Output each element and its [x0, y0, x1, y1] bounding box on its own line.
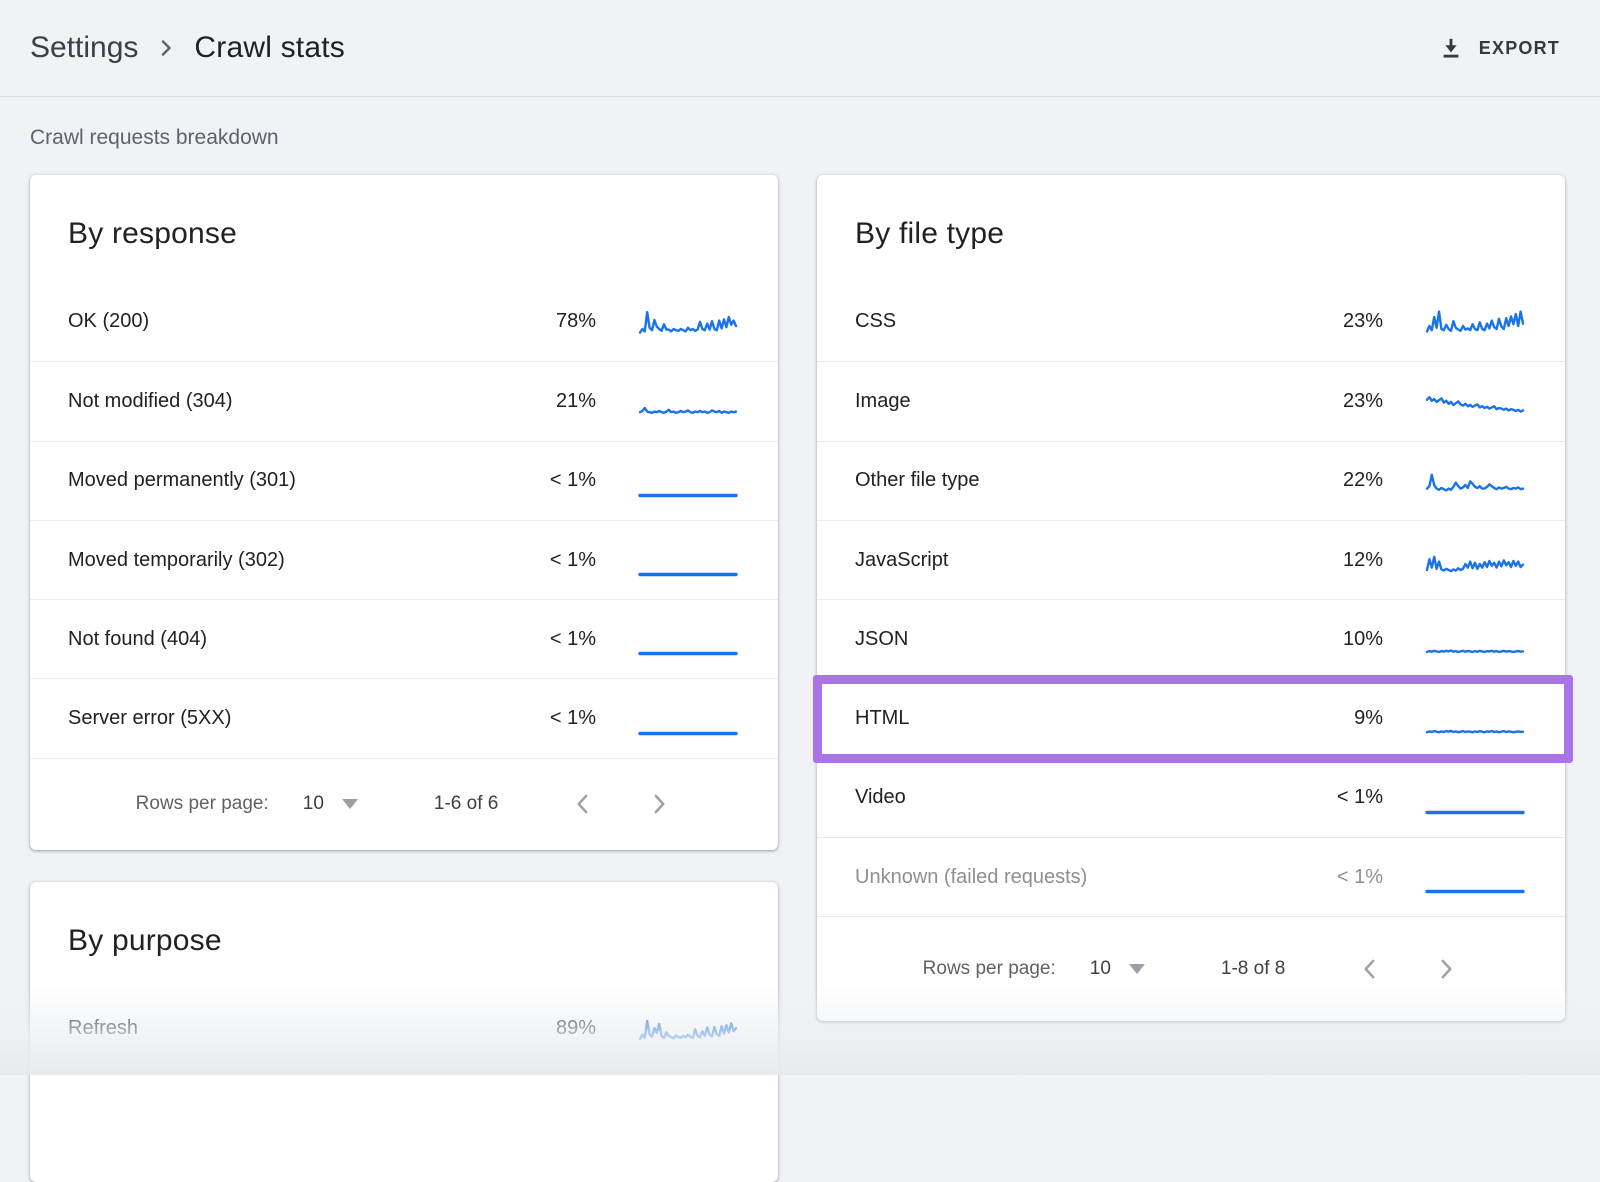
- table-row[interactable]: Unknown (failed requests) < 1%: [817, 837, 1565, 916]
- purpose-rows: Refresh 89%: [30, 989, 778, 1068]
- rows-per-page-value[interactable]: 10: [1090, 958, 1111, 980]
- rows-per-page-label: Rows per page:: [136, 793, 269, 815]
- table-row[interactable]: Server error (5XX) < 1%: [30, 678, 778, 757]
- next-page-button[interactable]: [646, 791, 672, 817]
- row-percent: < 1%: [538, 628, 596, 651]
- rows-per-page-label: Rows per page:: [923, 958, 1056, 980]
- top-bar: Settings Crawl stats EXPORT: [0, 0, 1600, 97]
- section-label: Crawl requests breakdown: [30, 126, 279, 150]
- table-row[interactable]: Video < 1%: [817, 758, 1565, 837]
- row-label: HTML: [855, 707, 1325, 730]
- row-label: Not found (404): [68, 628, 538, 651]
- sparkline-chart: [638, 538, 738, 582]
- breadcrumb-settings[interactable]: Settings: [30, 31, 138, 65]
- sparkline-chart: [638, 300, 738, 344]
- row-label: Server error (5XX): [68, 707, 538, 730]
- pagination-footer: Rows per page: 10 1-6 of 6: [30, 758, 778, 850]
- sparkline-chart: [1425, 379, 1525, 423]
- row-percent: < 1%: [538, 469, 596, 492]
- table-row[interactable]: Not modified (304) 21%: [30, 361, 778, 440]
- rows-per-page-value[interactable]: 10: [303, 793, 324, 815]
- table-row[interactable]: JavaScript 12%: [817, 520, 1565, 599]
- caret-down-icon[interactable]: [1129, 964, 1145, 974]
- pagination-footer: Rows per page: 10 1-8 of 8: [817, 916, 1565, 1021]
- row-label: JavaScript: [855, 549, 1325, 572]
- table-row[interactable]: Moved temporarily (302) < 1%: [30, 520, 778, 599]
- sparkline-chart: [1425, 855, 1525, 899]
- row-label: Moved permanently (301): [68, 469, 538, 492]
- row-label: Other file type: [855, 469, 1325, 492]
- row-label: Refresh: [68, 1017, 538, 1040]
- row-label: Moved temporarily (302): [68, 549, 538, 572]
- row-label: Unknown (failed requests): [855, 866, 1325, 889]
- table-row[interactable]: Other file type 22%: [817, 441, 1565, 520]
- card-by-response: By response OK (200) 78% Not modified (3…: [30, 175, 778, 850]
- table-row[interactable]: HTML 9%: [817, 678, 1565, 757]
- table-row[interactable]: Not found (404) < 1%: [30, 599, 778, 678]
- breadcrumb: Settings Crawl stats: [30, 31, 345, 65]
- table-row[interactable]: Image 23%: [817, 361, 1565, 440]
- previous-page-button[interactable]: [1357, 956, 1383, 982]
- card-title: By purpose: [30, 882, 778, 989]
- sparkline-chart: [638, 697, 738, 741]
- caret-down-icon[interactable]: [342, 799, 358, 809]
- row-label: OK (200): [68, 310, 538, 333]
- next-page-button[interactable]: [1433, 956, 1459, 982]
- row-percent: 10%: [1325, 628, 1383, 651]
- file-type-rows: CSS 23% Image 23% Other file type 22% Ja…: [817, 282, 1565, 916]
- row-percent: < 1%: [538, 549, 596, 572]
- row-percent: 12%: [1325, 549, 1383, 572]
- export-button[interactable]: EXPORT: [1434, 29, 1564, 67]
- table-row[interactable]: Moved permanently (301) < 1%: [30, 441, 778, 520]
- row-percent: 21%: [538, 390, 596, 413]
- sparkline-chart: [1425, 538, 1525, 582]
- row-label: JSON: [855, 628, 1325, 651]
- row-label: Video: [855, 786, 1325, 809]
- sparkline-chart: [638, 459, 738, 503]
- table-row[interactable]: OK (200) 78%: [30, 282, 778, 361]
- row-percent: < 1%: [538, 707, 596, 730]
- row-label: Not modified (304): [68, 390, 538, 413]
- row-label: Image: [855, 390, 1325, 413]
- table-row[interactable]: CSS 23%: [817, 282, 1565, 361]
- card-by-file-type: By file type CSS 23% Image 23% Other fil…: [817, 175, 1565, 1021]
- row-percent: 22%: [1325, 469, 1383, 492]
- pagination-range: 1-6 of 6: [434, 793, 498, 815]
- sparkline-chart: [1425, 697, 1525, 741]
- row-percent: < 1%: [1325, 786, 1383, 809]
- row-percent: 78%: [538, 310, 596, 333]
- sparkline-chart: [638, 617, 738, 661]
- sparkline-chart: [1425, 459, 1525, 503]
- export-label: EXPORT: [1479, 38, 1560, 59]
- chevron-right-icon: [154, 36, 178, 60]
- row-percent: 23%: [1325, 310, 1383, 333]
- download-icon: [1438, 35, 1464, 61]
- response-rows: OK (200) 78% Not modified (304) 21% Move…: [30, 282, 778, 758]
- table-row[interactable]: Refresh 89%: [30, 989, 778, 1068]
- sparkline-chart: [1425, 776, 1525, 820]
- row-percent: 9%: [1325, 707, 1383, 730]
- previous-page-button[interactable]: [570, 791, 596, 817]
- sparkline-chart: [1425, 300, 1525, 344]
- sparkline-chart: [638, 379, 738, 423]
- row-percent: 89%: [538, 1017, 596, 1040]
- sparkline-chart: [1425, 617, 1525, 661]
- card-by-purpose: By purpose Refresh 89%: [30, 882, 778, 1182]
- row-percent: 23%: [1325, 390, 1383, 413]
- sparkline-chart: [638, 1007, 738, 1051]
- row-percent: < 1%: [1325, 866, 1383, 889]
- pagination-range: 1-8 of 8: [1221, 958, 1285, 980]
- card-title: By response: [30, 175, 778, 282]
- row-label: CSS: [855, 310, 1325, 333]
- table-row[interactable]: JSON 10%: [817, 599, 1565, 678]
- card-title: By file type: [817, 175, 1565, 282]
- breadcrumb-crawl-stats: Crawl stats: [194, 31, 345, 65]
